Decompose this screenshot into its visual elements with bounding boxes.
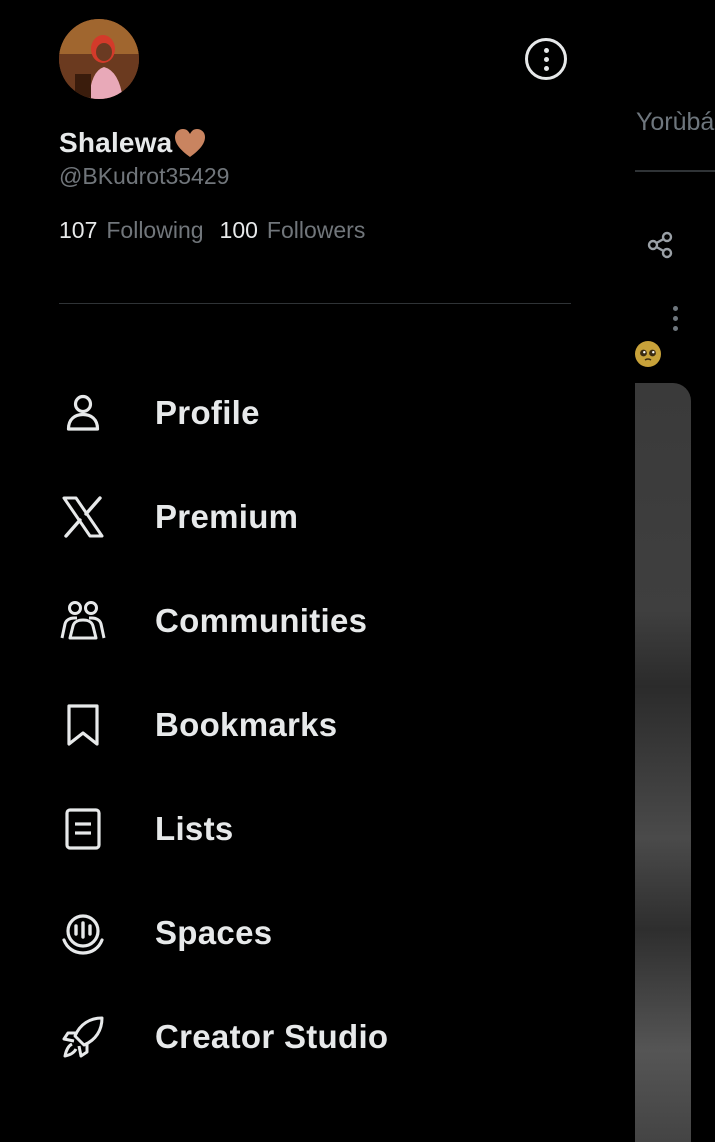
menu-label-spaces: Spaces bbox=[155, 914, 273, 951]
menu-item-lists[interactable]: Lists bbox=[0, 777, 635, 881]
menu-label-lists: Lists bbox=[155, 810, 234, 847]
share-icon[interactable] bbox=[645, 230, 675, 260]
person-icon bbox=[59, 389, 107, 437]
pleading-emoji-icon bbox=[635, 341, 661, 367]
menu-label-communities: Communities bbox=[155, 602, 368, 639]
follow-stats: 107 Following 100 Followers bbox=[59, 217, 365, 244]
user-handle[interactable]: @BKudrot35429 bbox=[59, 163, 229, 190]
followers-label: Followers bbox=[266, 217, 366, 243]
menu-label-profile: Profile bbox=[155, 394, 260, 431]
menu-item-creator-studio[interactable]: Creator Studio bbox=[0, 985, 635, 1089]
profile-name-row[interactable]: Shalewa bbox=[59, 127, 207, 159]
menu-item-spaces[interactable]: Spaces bbox=[0, 881, 635, 985]
menu-item-profile[interactable]: Profile bbox=[0, 361, 635, 465]
background-language-tab[interactable]: Yorùbá bbox=[636, 108, 714, 137]
drawer-menu: Profile Premium Communities Bookmarks Li… bbox=[0, 361, 635, 1089]
menu-label-creator-studio: Creator Studio bbox=[155, 1018, 389, 1055]
menu-label-bookmarks: Bookmarks bbox=[155, 706, 338, 743]
followers-count: 100 bbox=[219, 217, 258, 243]
communities-icon bbox=[59, 597, 107, 645]
following-count: 107 bbox=[59, 217, 98, 243]
avatar[interactable] bbox=[59, 19, 139, 99]
screen: Yorùbá Shalewa @BKudrot35429 107 Followi… bbox=[0, 0, 715, 1142]
background-divider bbox=[635, 170, 715, 172]
bookmark-icon bbox=[59, 701, 107, 749]
background-post-media[interactable] bbox=[635, 383, 691, 1142]
avatar-photo bbox=[59, 19, 139, 99]
menu-item-premium[interactable]: Premium bbox=[0, 465, 635, 569]
header-divider bbox=[59, 303, 571, 304]
post-more-icon[interactable] bbox=[668, 306, 682, 336]
menu-item-bookmarks[interactable]: Bookmarks bbox=[0, 673, 635, 777]
account-more-options-button[interactable] bbox=[525, 38, 567, 80]
spaces-icon bbox=[59, 909, 107, 957]
heart-emoji-icon bbox=[175, 129, 206, 157]
menu-item-communities[interactable]: Communities bbox=[0, 569, 635, 673]
following-link[interactable]: 107 Following bbox=[59, 217, 204, 244]
following-label: Following bbox=[106, 217, 204, 243]
list-icon bbox=[59, 805, 107, 853]
display-name[interactable]: Shalewa bbox=[59, 127, 172, 159]
followers-link[interactable]: 100 Followers bbox=[220, 217, 366, 244]
menu-label-premium: Premium bbox=[155, 498, 299, 535]
navigation-drawer: Shalewa @BKudrot35429 107 Following 100 … bbox=[0, 0, 635, 1142]
x-logo-icon bbox=[59, 493, 107, 541]
rocket-icon bbox=[59, 1013, 107, 1061]
